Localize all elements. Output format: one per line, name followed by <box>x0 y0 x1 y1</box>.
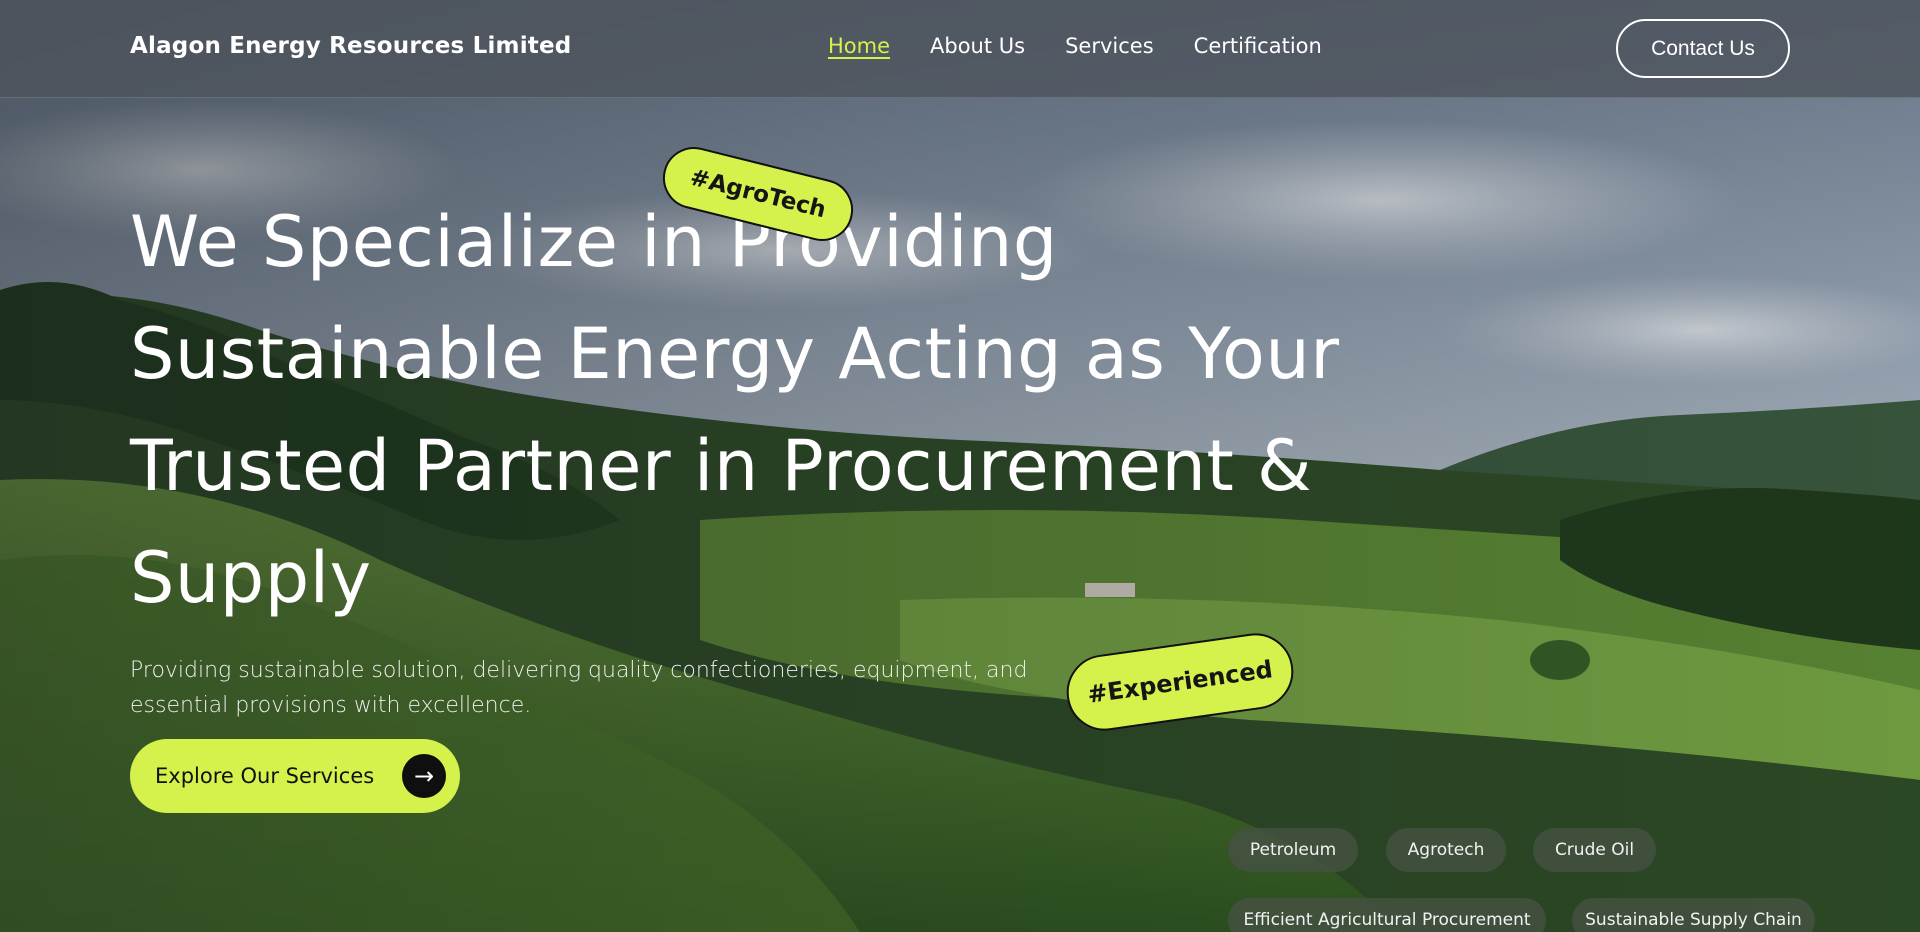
pill-sustainable-supply-chain[interactable]: Sustainable Supply Chain <box>1572 898 1815 932</box>
nav-item-about-us[interactable]: About Us <box>930 34 1025 58</box>
contact-us-button[interactable]: Contact Us <box>1616 19 1790 78</box>
pill-agrotech[interactable]: Agrotech <box>1386 828 1506 872</box>
pill-efficient-agricultural-procurement[interactable]: Efficient Agricultural Procurement <box>1228 898 1546 932</box>
hero-subline: Providing sustainable solution, deliveri… <box>130 658 1028 718</box>
explore-services-label: Explore Our Services <box>155 764 375 788</box>
explore-services-button[interactable]: Explore Our Services → <box>130 739 460 813</box>
main-nav: Home About Us Services Certification <box>828 34 1322 58</box>
nav-item-certification[interactable]: Certification <box>1194 34 1322 58</box>
pill-crude-oil[interactable]: Crude Oil <box>1533 828 1656 872</box>
site-header: Alagon Energy Resources Limited Home Abo… <box>0 0 1920 98</box>
hero-headline: We Specialize in Providing Sustainable E… <box>130 201 1340 619</box>
arrow-right-icon: → <box>402 754 446 798</box>
brand-logo-text[interactable]: Alagon Energy Resources Limited <box>130 33 571 59</box>
nav-item-services[interactable]: Services <box>1065 34 1154 58</box>
nav-item-home[interactable]: Home <box>828 34 890 58</box>
pill-petroleum[interactable]: Petroleum <box>1228 828 1358 872</box>
